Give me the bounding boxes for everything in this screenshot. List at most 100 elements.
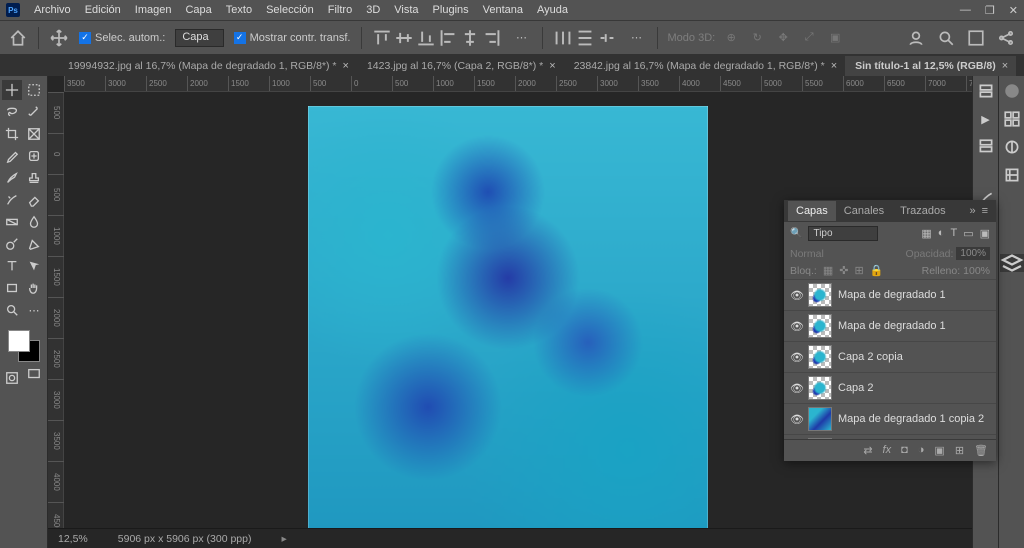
blend-mode-dropdown[interactable]: Normal — [790, 248, 824, 260]
layer-row[interactable]: 👁 Mapa de degradado 1 — [784, 310, 996, 341]
artboard[interactable] — [308, 106, 708, 536]
layer-thumb[interactable] — [808, 283, 832, 307]
channels-tab[interactable]: Canales — [836, 201, 892, 221]
new-layer-icon[interactable]: ⊞ — [955, 444, 964, 457]
fill-field[interactable]: 100% — [963, 265, 990, 277]
auto-select-dropdown[interactable]: Capa — [175, 29, 223, 47]
menu-edicion[interactable]: Edición — [85, 4, 121, 16]
frame-tool[interactable] — [24, 124, 44, 144]
align-top-icon[interactable] — [372, 28, 392, 48]
layer-name[interactable]: Capa 2 — [838, 382, 873, 394]
lock-pixels-icon[interactable]: ▦ — [823, 264, 833, 277]
document-tab-2[interactable]: 23842.jpg al 16,7% (Mapa de degradado 1,… — [564, 56, 845, 76]
layer-thumb[interactable] — [808, 438, 832, 439]
marquee-tool[interactable] — [24, 80, 44, 100]
align-more-icon[interactable]: ⋯ — [512, 28, 532, 48]
layer-thumb[interactable] — [808, 345, 832, 369]
auto-select-checkbox[interactable]: ✓Selec. autom.: — [79, 32, 165, 44]
actions-panel-icon[interactable]: ▶ — [977, 110, 995, 128]
menu-ayuda[interactable]: Ayuda — [537, 4, 568, 16]
panel-collapse-icon[interactable]: » — [969, 205, 975, 217]
tab-close-icon[interactable]: × — [549, 60, 555, 72]
pen-tool[interactable] — [24, 234, 44, 254]
libraries-panel-icon[interactable] — [1003, 166, 1021, 184]
crop-tool[interactable] — [2, 124, 22, 144]
layer-name[interactable]: Capa 2 copia — [838, 351, 903, 363]
layer-row[interactable]: 👁 Capa 2 — [784, 372, 996, 403]
align-bottom-icon[interactable] — [416, 28, 436, 48]
zoom-level[interactable]: 12,5% — [58, 533, 88, 545]
menu-imagen[interactable]: Imagen — [135, 4, 172, 16]
type-tool[interactable] — [2, 256, 22, 276]
brush-tool[interactable] — [2, 168, 22, 188]
edit-toolbar-icon[interactable]: ⋯ — [24, 300, 44, 320]
tab-close-icon[interactable]: × — [831, 60, 837, 72]
dist-more-icon[interactable]: ⋯ — [627, 28, 647, 48]
dist-v-icon[interactable] — [575, 28, 595, 48]
path-tool[interactable] — [24, 256, 44, 276]
document-tab-3[interactable]: Sin título-1 al 12,5% (RGB/8)× — [845, 56, 1016, 76]
filter-type-icon[interactable]: T — [950, 227, 957, 240]
layer-thumb[interactable] — [808, 314, 832, 338]
align-vcenter-icon[interactable] — [394, 28, 414, 48]
filter-smart-icon[interactable]: ▣ — [980, 227, 990, 240]
adjustments-panel-icon[interactable] — [1003, 138, 1021, 156]
filter-pixel-icon[interactable]: ▦ — [921, 227, 931, 240]
layer-mask-icon[interactable]: ◘ — [901, 444, 908, 457]
align-hcenter-icon[interactable] — [460, 28, 480, 48]
filter-type-dropdown[interactable]: Tipo — [808, 226, 878, 241]
foreground-swatch[interactable] — [8, 330, 30, 352]
restore-icon[interactable]: ❐ — [985, 4, 995, 17]
layer-row[interactable]: 👁 Mapa de degradado 1 copia 2 — [784, 403, 996, 434]
menu-archivo[interactable]: Archivo — [34, 4, 71, 16]
wand-tool[interactable] — [24, 102, 44, 122]
document-tab-1[interactable]: 1423.jpg al 16,7% (Capa 2, RGB/8*) *× — [357, 56, 564, 76]
rectangle-tool[interactable] — [2, 278, 22, 298]
link-layers-icon[interactable]: ⇄ — [863, 444, 872, 457]
visibility-icon[interactable]: 👁 — [790, 382, 802, 395]
move-tool[interactable] — [2, 80, 22, 100]
color-swatches[interactable] — [8, 330, 40, 362]
color-panel-icon[interactable] — [977, 82, 995, 100]
dodge-tool[interactable] — [2, 234, 22, 254]
filter-shape-icon[interactable]: ▭ — [963, 227, 973, 240]
hand-tool[interactable] — [24, 278, 44, 298]
menu-plugins[interactable]: Plugins — [433, 4, 469, 16]
lock-artboard-icon[interactable]: ⊞ — [854, 264, 863, 277]
menu-ventana[interactable]: Ventana — [483, 4, 523, 16]
tab-close-icon[interactable]: × — [1002, 60, 1008, 72]
home-icon[interactable] — [8, 28, 28, 48]
paths-tab[interactable]: Trazados — [892, 201, 953, 221]
screenmode-tool[interactable] — [24, 364, 44, 384]
opacity-field[interactable]: 100% — [956, 247, 990, 260]
blur-tool[interactable] — [24, 212, 44, 232]
cloud-share-icon[interactable] — [906, 28, 926, 48]
minimize-icon[interactable]: — — [960, 4, 971, 17]
dist-space-icon[interactable] — [597, 28, 617, 48]
visibility-icon[interactable]: 👁 — [790, 289, 802, 302]
history-brush-tool[interactable] — [2, 190, 22, 210]
layer-style-icon[interactable]: fx — [883, 444, 892, 457]
layer-row[interactable]: 👁 Mapa de degradado 1 — [784, 279, 996, 310]
lock-position-icon[interactable]: ✜ — [839, 264, 848, 277]
dist-h-icon[interactable] — [553, 28, 573, 48]
stamp-tool[interactable] — [24, 168, 44, 188]
align-right-icon[interactable] — [482, 28, 502, 48]
layer-row[interactable]: 👁 Capa 2 copia — [784, 341, 996, 372]
layer-name[interactable]: Mapa de degradado 1 — [838, 320, 946, 332]
eyedropper-tool[interactable] — [2, 146, 22, 166]
menu-texto[interactable]: Texto — [226, 4, 252, 16]
tab-close-icon[interactable]: × — [343, 60, 349, 72]
eraser-tool[interactable] — [24, 190, 44, 210]
filter-search-icon[interactable]: 🔍 — [790, 228, 802, 239]
layers-tab[interactable]: Capas — [788, 201, 836, 221]
visibility-icon[interactable]: 👁 — [790, 351, 802, 364]
layer-thumb[interactable] — [808, 376, 832, 400]
align-left-icon[interactable] — [438, 28, 458, 48]
workspace-icon[interactable] — [966, 28, 986, 48]
layer-name[interactable]: Mapa de degradado 1 copia 2 — [838, 413, 984, 425]
panel-menu-icon[interactable]: ≡ — [982, 205, 988, 217]
new-adjustment-icon[interactable]: ◑ — [918, 444, 925, 457]
menu-vista[interactable]: Vista — [394, 4, 418, 16]
visibility-icon[interactable]: 👁 — [790, 413, 802, 426]
